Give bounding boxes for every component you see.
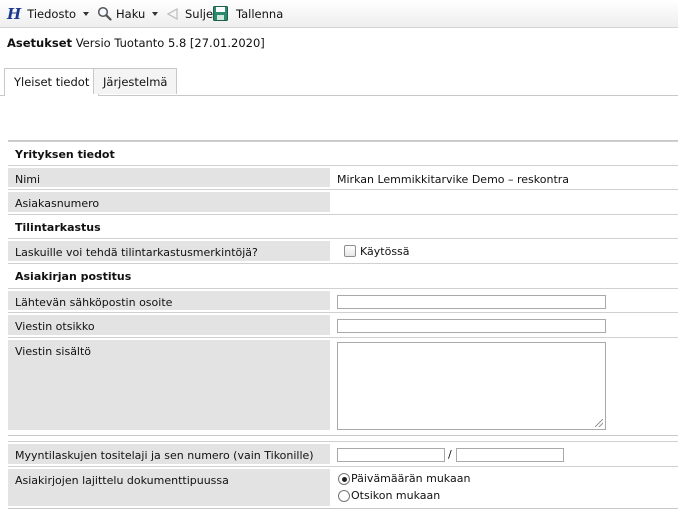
company-name-value: Mirkan Lemmikkitarvike Demo – reskontra: [337, 173, 570, 186]
chevron-down-icon: [83, 11, 90, 16]
subject-label: Viestin otsikko: [8, 315, 330, 335]
body-textarea[interactable]: [337, 342, 606, 430]
sort-by-date-radio[interactable]: [338, 473, 350, 485]
save-button-label: Tallenna: [236, 6, 284, 21]
divider: [8, 435, 678, 436]
tab-system[interactable]: Järjestelmä: [93, 68, 178, 94]
floppy-disk-icon: [213, 6, 228, 21]
customer-number-row: Asiakasnumero: [8, 189, 678, 214]
sender-email-label: Lähtevän sähköpostin osoite: [8, 291, 330, 310]
section-heading-audit: Tilintarkastus: [8, 214, 678, 238]
name-row: Nimi Mirkan Lemmikkitarvike Demo – resko…: [8, 165, 678, 189]
page-title: Asetukset Versio Tuotanto 5.8 [27.01.202…: [7, 36, 265, 50]
body-label: Viestin sisältö: [8, 340, 330, 430]
voucher-number-input[interactable]: [456, 448, 564, 462]
body-row: Viestin sisältö: [8, 337, 678, 432]
section-heading-company: Yrityksen tiedot: [8, 141, 678, 165]
app-logo-icon: H: [7, 4, 22, 23]
subject-input[interactable]: [337, 319, 606, 333]
search-menu[interactable]: Haku: [97, 0, 159, 27]
close-button-label: Sulje: [185, 6, 214, 21]
back-arrow-icon: [166, 7, 178, 20]
file-menu-label: Tiedosto: [27, 6, 77, 21]
divider: [8, 508, 678, 509]
sender-email-input[interactable]: [337, 295, 606, 309]
tab-bar: Yleiset tiedot Järjestelmä: [0, 68, 678, 96]
voucher-label: Myyntilaskujen tositelaji ja sen numero …: [8, 444, 330, 464]
sender-email-row: Lähtevän sähköpostin osoite: [8, 288, 678, 312]
page-title-bold: Asetukset: [7, 36, 73, 50]
voucher-type-input[interactable]: [337, 448, 445, 462]
resize-grip-icon[interactable]: [595, 419, 603, 427]
page-title-version: Versio Tuotanto 5.8 [27.01.2020]: [75, 36, 265, 50]
chevron-down-icon: [152, 11, 159, 16]
save-button[interactable]: Tallenna: [213, 0, 283, 27]
search-menu-label: Haku: [116, 6, 146, 21]
audit-enabled-label: Käytössä: [360, 245, 410, 258]
subject-row: Viestin otsikko: [8, 312, 678, 337]
voucher-separator: /: [448, 448, 452, 461]
tab-general[interactable]: Yleiset tiedot: [4, 68, 100, 96]
name-label: Nimi: [8, 168, 330, 187]
audit-enabled-checkbox[interactable]: [344, 245, 356, 257]
search-icon: [97, 6, 112, 21]
sort-by-title-radio[interactable]: [338, 490, 350, 502]
audit-row: Laskuille voi tehdä tilintarkastusmerkin…: [8, 238, 678, 263]
customer-number-label: Asiakasnumero: [8, 192, 330, 212]
sort-by-title-label: Otsikon mukaan: [351, 489, 441, 502]
section-heading-mailing: Asiakirjan postitus: [8, 263, 678, 288]
audit-question-label: Laskuille voi tehdä tilintarkastusmerkin…: [8, 241, 330, 261]
sorting-label: Asiakirjojen lajittelu dokumenttipuussa: [8, 469, 330, 506]
toolbar: H Tiedosto Haku Sulje Tallenna: [0, 0, 678, 28]
sorting-row: Asiakirjojen lajittelu dokumenttipuussa …: [8, 466, 678, 508]
voucher-row: Myyntilaskujen tositelaji ja sen numero …: [8, 441, 678, 466]
file-menu[interactable]: H Tiedosto: [7, 0, 90, 27]
close-button[interactable]: Sulje: [165, 0, 213, 27]
sort-by-date-label: Päivämäärän mukaan: [351, 472, 471, 485]
